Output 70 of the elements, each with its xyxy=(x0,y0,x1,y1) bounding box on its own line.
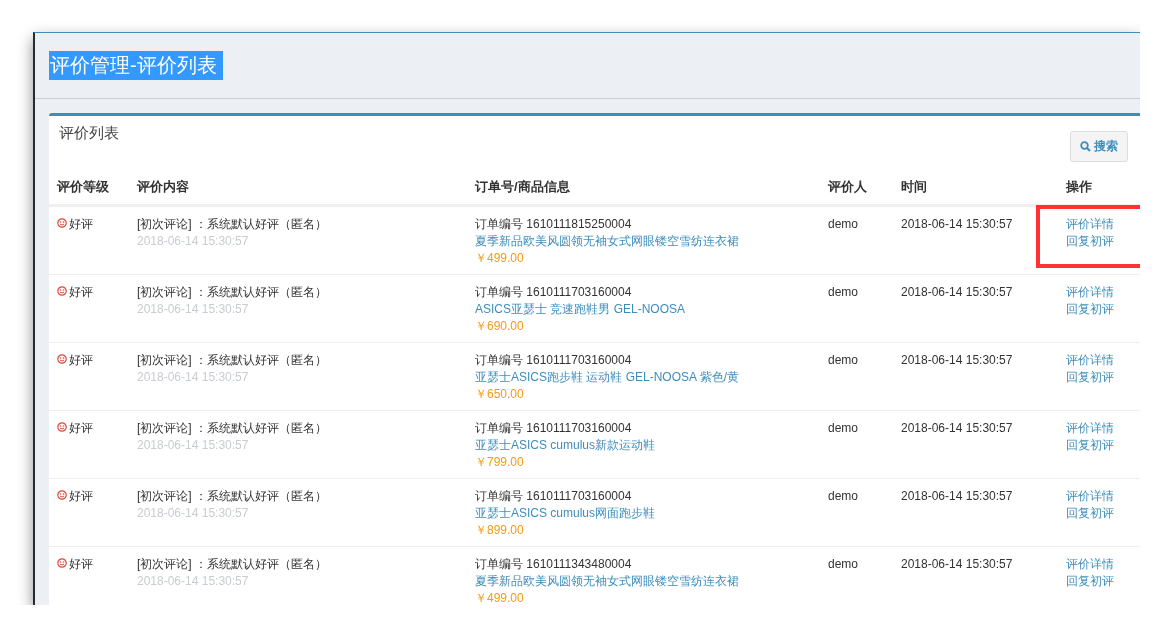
column-header: 评价人 xyxy=(828,178,868,195)
review-time: 2018-06-14 15:30:57 xyxy=(901,353,1013,367)
order-number: 订单编号 1610111703160004 xyxy=(475,420,632,437)
action-link[interactable]: 回复初评 xyxy=(1066,301,1114,318)
reviewer-name: demo xyxy=(828,285,859,299)
product-link[interactable]: ASICS亚瑟士 竞速跑鞋男 GEL-NOOSA xyxy=(475,301,686,318)
column-header: 评价等级 xyxy=(57,178,110,195)
smiley-icon xyxy=(57,218,67,228)
order-number: 订单编号 1610111703160004 xyxy=(475,488,632,505)
review-time: 2018-06-14 15:30:57 xyxy=(901,557,1013,571)
smiley-icon xyxy=(57,558,67,568)
reviewer-name: demo xyxy=(828,557,859,571)
comment-text: [初次评论] ：系统默认好评（匿名） xyxy=(137,352,327,369)
smiley-icon xyxy=(57,354,67,364)
review-time: 2018-06-14 15:30:57 xyxy=(901,489,1013,503)
action-link[interactable]: 评价详情 xyxy=(1066,556,1114,573)
action-link[interactable]: 评价详情 xyxy=(1066,352,1114,369)
search-icon xyxy=(1080,141,1091,152)
product-price: ￥650.00 xyxy=(475,386,524,403)
column-header: 订单号/商品信息 xyxy=(475,178,571,195)
column-header: 评价内容 xyxy=(137,178,190,195)
comment-text: [初次评论] ：系统默认好评（匿名） xyxy=(137,556,327,573)
smiley-icon xyxy=(57,490,67,500)
product-price: ￥899.00 xyxy=(475,522,524,539)
order-number: 订单编号 1610111703160004 xyxy=(475,352,632,369)
smiley-icon xyxy=(57,422,67,432)
review-time: 2018-06-14 15:30:57 xyxy=(901,217,1013,231)
order-number: 订单编号 1610111703160004 xyxy=(475,284,632,301)
review-time: 2018-06-14 15:30:57 xyxy=(901,285,1013,299)
column-header: 操作 xyxy=(1066,178,1093,195)
rating-text: 好评 xyxy=(69,488,93,505)
product-price: ￥499.00 xyxy=(475,590,524,605)
column-header: 时间 xyxy=(901,178,928,195)
order-number: 订单编号 1610111343480004 xyxy=(475,556,632,573)
reviewer-name: demo xyxy=(828,421,859,435)
action-link[interactable]: 回复初评 xyxy=(1066,573,1114,590)
product-price: ￥690.00 xyxy=(475,318,524,335)
search-button[interactable]: 搜索 xyxy=(1070,131,1128,162)
action-link[interactable]: 回复初评 xyxy=(1066,233,1114,250)
action-link[interactable]: 评价详情 xyxy=(1066,284,1114,301)
action-link[interactable]: 评价详情 xyxy=(1066,420,1114,437)
action-link[interactable]: 回复初评 xyxy=(1066,437,1114,454)
action-link[interactable]: 回复初评 xyxy=(1066,505,1114,522)
order-number: 订单编号 1610111815250004 xyxy=(475,216,632,233)
reviewer-name: demo xyxy=(828,217,859,231)
rating-text: 好评 xyxy=(69,420,93,437)
rating-text: 好评 xyxy=(69,352,93,369)
product-link[interactable]: 亚瑟士ASICS cumulus网面跑步鞋 xyxy=(475,505,656,522)
product-link[interactable]: 夏季新品欧美风圆领无袖女式网眼镂空雪纺连衣裙 xyxy=(475,233,739,250)
comment-text: [初次评论] ：系统默认好评（匿名） xyxy=(137,488,327,505)
product-link[interactable]: 亚瑟士ASICS跑步鞋 运动鞋 GEL-NOOSA 紫色/黄 xyxy=(475,369,740,386)
comment-text: [初次评论] ：系统默认好评（匿名） xyxy=(137,284,327,301)
page-title: 评价管理-评价列表 xyxy=(49,51,223,80)
panel-title: 评价列表 xyxy=(59,124,119,143)
comment-text: [初次评论] ：系统默认好评（匿名） xyxy=(137,216,327,233)
product-link[interactable]: 夏季新品欧美风圆领无袖女式网眼镂空雪纺连衣裙 xyxy=(475,573,739,590)
rating-text: 好评 xyxy=(69,556,93,573)
comment-text: [初次评论] ：系统默认好评（匿名） xyxy=(137,420,327,437)
product-link[interactable]: 亚瑟士ASICS cumulus新款运动鞋 xyxy=(475,437,656,454)
product-price: ￥799.00 xyxy=(475,454,524,471)
smiley-icon xyxy=(57,286,67,296)
product-price: ￥499.00 xyxy=(475,250,524,267)
rating-text: 好评 xyxy=(69,216,93,233)
action-link[interactable]: 评价详情 xyxy=(1066,216,1114,233)
rating-text: 好评 xyxy=(69,284,93,301)
reviewer-name: demo xyxy=(828,489,859,503)
review-time: 2018-06-14 15:30:57 xyxy=(901,421,1013,435)
action-link[interactable]: 评价详情 xyxy=(1066,488,1114,505)
reviewer-name: demo xyxy=(828,353,859,367)
action-link[interactable]: 回复初评 xyxy=(1066,369,1114,386)
